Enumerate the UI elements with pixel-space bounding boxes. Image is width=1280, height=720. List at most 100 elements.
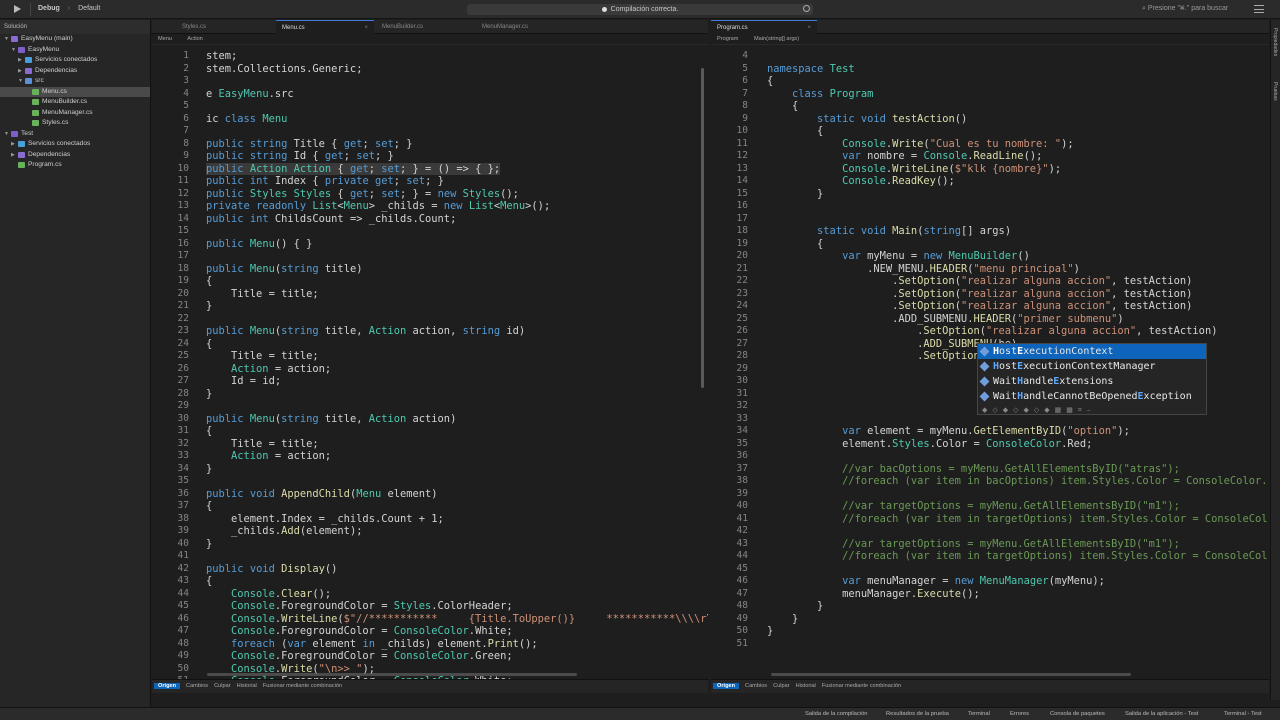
- code-line[interactable]: 4: [711, 50, 1269, 63]
- code-line[interactable]: 46 Console.WriteLine($"//*********** {Ti…: [152, 613, 708, 626]
- code-line[interactable]: 20 Title = title;: [152, 288, 708, 301]
- code-line[interactable]: 35: [152, 475, 708, 488]
- terminal-test-pad[interactable]: Terminal - Test: [1224, 708, 1262, 720]
- code-line[interactable]: 16 public Menu() { }: [152, 238, 708, 251]
- chevron-down-icon[interactable]: ▼: [4, 129, 9, 140]
- completion-filter-icons[interactable]: ◆◇◆◇◆◇◆▦▦⌗–: [982, 406, 1095, 415]
- code-line[interactable]: 17: [152, 250, 708, 263]
- configuration-selector[interactable]: Debug › Default: [38, 5, 100, 12]
- code-line[interactable]: 25 .ADD_SUBMENU.HEADER("primer submenu"): [711, 313, 1269, 326]
- code-line[interactable]: 2 stem.Collections.Generic;: [152, 63, 708, 76]
- tree-item[interactable]: ▼ EasyMenu (main): [0, 34, 150, 45]
- code-line[interactable]: 27 Id = id;: [152, 375, 708, 388]
- breadcrumb-member[interactable]: Main(string[] args): [754, 36, 799, 42]
- code-line[interactable]: 18 public Menu(string title): [152, 263, 708, 276]
- code-line[interactable]: 11 public int Index { private get; set; }: [152, 175, 708, 188]
- tree-item[interactable]: MenuBuilder.cs: [0, 97, 150, 108]
- tree-item[interactable]: MenuManager.cs: [0, 108, 150, 119]
- code-line[interactable]: 49 Console.ForegroundColor = ConsoleColo…: [152, 650, 708, 663]
- package-console-pad[interactable]: Consola de paquetes: [1050, 708, 1105, 720]
- code-line[interactable]: 15: [152, 225, 708, 238]
- footer-tab[interactable]: Culpar: [214, 683, 230, 689]
- code-line[interactable]: 36 public void AppendChild(Menu element): [152, 488, 708, 501]
- code-line[interactable]: 14 Console.ReadKey();: [711, 175, 1269, 188]
- footer-tab[interactable]: Cambios: [186, 683, 208, 689]
- tree-item[interactable]: ▼ Test: [0, 129, 150, 140]
- tab-menu-cs[interactable]: Menu.cs ×: [276, 20, 374, 34]
- code-line[interactable]: 35 element.Styles.Color = ConsoleColor.R…: [711, 438, 1269, 451]
- code-line[interactable]: 19 {: [711, 238, 1269, 251]
- global-search[interactable]: ⌕ Presione "⌘." para buscar: [1142, 5, 1228, 13]
- code-line[interactable]: 42: [711, 525, 1269, 538]
- code-line[interactable]: 23 public Menu(string title, Action actio…: [152, 325, 708, 338]
- code-line[interactable]: 15 }: [711, 188, 1269, 201]
- code-line[interactable]: 46 var menuManager = new MenuManager(myM…: [711, 575, 1269, 588]
- footer-tab[interactable]: Culpar: [773, 683, 789, 689]
- tree-item[interactable]: ▶ Servicios conectados: [0, 139, 150, 150]
- code-line[interactable]: 40 //var targetOptions = myMenu.GetAllEl…: [711, 500, 1269, 513]
- code-line[interactable]: 6{: [711, 75, 1269, 88]
- code-line[interactable]: 12 public Styles Styles { get; set; } = n…: [152, 188, 708, 201]
- code-line[interactable]: 7 class Program: [711, 88, 1269, 101]
- chevron-down-icon[interactable]: ▼: [18, 76, 23, 87]
- footer-tab[interactable]: Fusionar mediante combinación: [822, 683, 901, 689]
- code-line[interactable]: 8 public string Title { get; set; }: [152, 138, 708, 151]
- completion-item[interactable]: HostExecutionContextManager: [978, 359, 1206, 374]
- code-line[interactable]: 10 {: [711, 125, 1269, 138]
- code-line[interactable]: 50}: [711, 625, 1269, 638]
- code-line[interactable]: 21}: [152, 300, 708, 313]
- code-line[interactable]: 6 ic class Menu: [152, 113, 708, 126]
- code-line[interactable]: 5: [152, 100, 708, 113]
- code-line[interactable]: 18 static void Main(string[] args): [711, 225, 1269, 238]
- tab-menumanager-cs[interactable]: MenuManager.cs: [476, 20, 574, 34]
- completion-item[interactable]: HostExecutionContext: [978, 344, 1206, 359]
- tests-pad[interactable]: Pruebas: [1272, 82, 1278, 101]
- errors-pad[interactable]: Errores: [1010, 708, 1029, 720]
- footer-tab[interactable]: Cambios: [745, 683, 767, 689]
- code-line[interactable]: 13 Console.WriteLine($"klk {nombre}");: [711, 163, 1269, 176]
- code-line[interactable]: 9 public string Id { get; set; }: [152, 150, 708, 163]
- chevron-down-icon[interactable]: ▼: [11, 45, 16, 56]
- code-line[interactable]: 14 public int ChildsCount => _childs.Coun…: [152, 213, 708, 226]
- code-line[interactable]: 45 Console.ForegroundColor = Styles.Colo…: [152, 600, 708, 613]
- code-line[interactable]: 34 var element = myMenu.GetElementByID("…: [711, 425, 1269, 438]
- footer-tab[interactable]: Fusionar mediante combinación: [263, 683, 342, 689]
- tab-program-cs[interactable]: Program.cs ×: [711, 20, 817, 34]
- code-line[interactable]: 24 {: [152, 338, 708, 351]
- code-line[interactable]: 48 foreach (var element in _childs) elem…: [152, 638, 708, 651]
- tree-item[interactable]: Menu.cs: [0, 86, 150, 97]
- code-line[interactable]: 43 //var targetOptions = myMenu.GetAllEl…: [711, 538, 1269, 551]
- code-line[interactable]: 41 //foreach (var item in targetOptions)…: [711, 513, 1269, 526]
- code-line[interactable]: 34}: [152, 463, 708, 476]
- chevron-right-icon[interactable]: ▶: [18, 55, 22, 66]
- tree-item[interactable]: ▶ Dependencias: [0, 150, 150, 161]
- code-line[interactable]: 44 Console.Clear();: [152, 588, 708, 601]
- code-line[interactable]: 43 {: [152, 575, 708, 588]
- code-line[interactable]: 49 }: [711, 613, 1269, 626]
- code-line[interactable]: 36: [711, 450, 1269, 463]
- properties-pad[interactable]: Propiedades: [1272, 28, 1278, 56]
- tree-item[interactable]: ▼ EasyMenu: [0, 45, 150, 56]
- code-line[interactable]: 1 stem;: [152, 50, 708, 63]
- application-output-pad[interactable]: Salida de la aplicación - Test: [1125, 708, 1198, 720]
- code-line[interactable]: 30 public Menu(string title, Action actio…: [152, 413, 708, 426]
- breadcrumb-class[interactable]: Program: [717, 36, 738, 42]
- notifications-icon[interactable]: [803, 5, 810, 12]
- code-line[interactable]: 29: [152, 400, 708, 413]
- code-line[interactable]: 42 public void Display(): [152, 563, 708, 576]
- test-results-pad[interactable]: Resultados de la prueba: [886, 708, 949, 720]
- tab-styles-cs[interactable]: Styles.cs: [176, 20, 274, 34]
- code-line[interactable]: 37 //var bacOptions = myMenu.GetAllEleme…: [711, 463, 1269, 476]
- footer-tab[interactable]: Historial: [796, 683, 816, 689]
- hamburger-menu-icon[interactable]: [1254, 5, 1264, 13]
- code-line[interactable]: 40}: [152, 538, 708, 551]
- code-line[interactable]: 45: [711, 563, 1269, 576]
- breadcrumb-member[interactable]: Action: [187, 36, 203, 42]
- code-line[interactable]: 25 Title = title;: [152, 350, 708, 363]
- code-line[interactable]: 47 menuManager.Execute();: [711, 588, 1269, 601]
- code-line[interactable]: 47 Console.ForegroundColor = ConsoleColo…: [152, 625, 708, 638]
- tree-item[interactable]: ▶ Servicios conectados: [0, 55, 150, 66]
- code-line[interactable]: 50 Console.Write("\n>> ");: [152, 663, 708, 676]
- chevron-down-icon[interactable]: ▼: [4, 34, 9, 45]
- code-line[interactable]: 5 namespace Test: [711, 63, 1269, 76]
